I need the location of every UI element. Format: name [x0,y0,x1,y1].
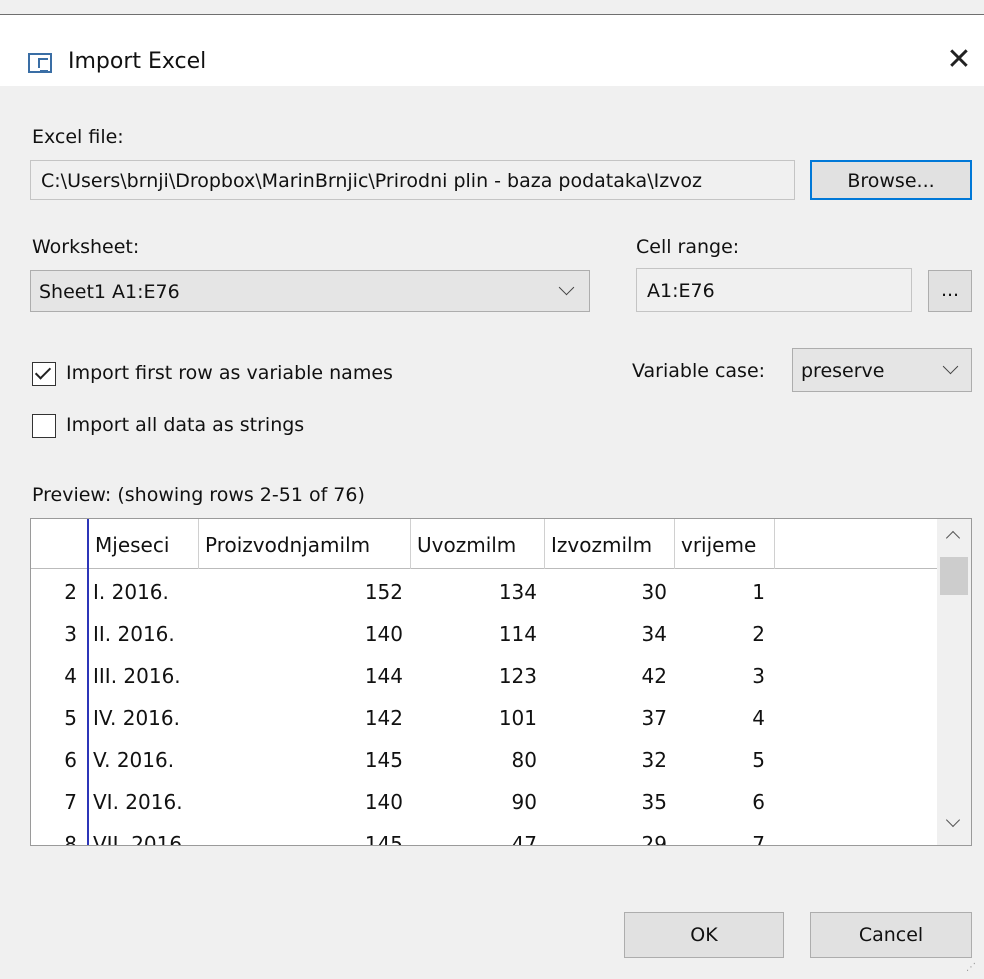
table-cell: 37 [641,706,667,730]
table-cell: IV. 2016. [93,706,180,730]
table-cell: 90 [511,790,537,814]
chevron-down-icon [942,358,959,375]
preview-label: Preview: (showing rows 2-51 of 76) [32,484,365,506]
table-cell: 145 [364,748,403,772]
table-cell: 7 [752,832,765,846]
table-row[interactable]: 8 VII. 2016. 145 47 29 7 [31,825,939,846]
table-cell: II. 2016. [93,622,175,646]
table-cell: 152 [364,580,403,604]
resize-grip-icon[interactable]: ⋰ [966,962,977,973]
table-cell: 5 [752,748,765,772]
table-cell: V. 2016. [93,748,175,772]
all-strings-checkbox[interactable] [32,414,56,438]
table-cell: 3 [752,664,765,688]
variable-case-value: preserve [801,360,885,382]
column-header[interactable]: Mjeseci [89,519,199,569]
first-row-names-checkbox[interactable] [32,362,56,386]
grid-header: Mjeseci Proizvodnjamilm Uvozmilm Izvozmi… [31,519,939,569]
table-row[interactable]: 5 IV. 2016. 142 101 37 4 [31,699,939,734]
row-number: 6 [64,748,77,772]
scroll-down-icon[interactable] [945,812,961,828]
chevron-down-icon [558,279,575,296]
table-cell: 29 [641,832,667,846]
table-cell: 6 [752,790,765,814]
table-cell: 114 [498,622,537,646]
preview-grid[interactable]: Mjeseci Proizvodnjamilm Uvozmilm Izvozmi… [30,518,972,846]
table-cell: 30 [641,580,667,604]
table-row[interactable]: 6 V. 2016. 145 80 32 5 [31,741,939,776]
row-number: 2 [64,580,77,604]
worksheet-select[interactable]: Sheet1 A1:E76 [30,270,590,312]
first-row-names-label[interactable]: Import first row as variable names [66,362,393,384]
vertical-scrollbar[interactable] [937,519,971,845]
table-cell: 142 [364,706,403,730]
window-title: Import Excel [68,49,207,74]
scrollbar-thumb[interactable] [940,557,968,595]
table-cell: 2 [752,622,765,646]
table-icon [28,53,52,73]
close-icon[interactable]: ✕ [944,45,974,75]
table-cell: 47 [511,832,537,846]
table-row[interactable]: 4 III. 2016. 144 123 42 3 [31,657,939,692]
row-number: 5 [64,706,77,730]
cell-range-field[interactable]: A1:E76 [636,268,912,312]
checkmark-icon [34,363,52,380]
table-cell: 80 [511,748,537,772]
column-header[interactable]: Izvozmilm [545,519,675,569]
table-row[interactable]: 2 I. 2016. 152 134 30 1 [31,573,939,608]
worksheet-label: Worksheet: [32,236,140,258]
table-cell: 101 [498,706,537,730]
table-cell: 145 [364,832,403,846]
row-number: 3 [64,622,77,646]
table-cell: 123 [498,664,537,688]
table-cell: 35 [641,790,667,814]
excel-file-path-field[interactable]: C:\Users\brnji\Dropbox\MarinBrnjic\Priro… [30,160,795,200]
table-cell: 1 [752,580,765,604]
cell-range-label: Cell range: [636,236,740,258]
table-cell: 140 [364,622,403,646]
row-number: 4 [64,664,77,688]
scroll-up-icon[interactable] [945,530,961,546]
row-header-corner [31,519,89,569]
column-header[interactable]: Proizvodnjamilm [199,519,411,569]
table-row[interactable]: 7 VI. 2016. 140 90 35 6 [31,783,939,818]
table-cell: 42 [641,664,667,688]
title-bar: Import Excel ✕ [0,14,984,86]
row-number: 8 [64,832,77,846]
column-header[interactable]: vrijeme [675,519,775,569]
row-number: 7 [64,790,77,814]
table-cell: 32 [641,748,667,772]
cell-range-picker-button[interactable]: ... [928,270,972,312]
table-cell: 134 [498,580,537,604]
variable-case-label: Variable case: [632,360,766,382]
table-cell: 34 [641,622,667,646]
browse-button[interactable]: Browse... [810,160,972,200]
table-cell: VII. 2016. [93,832,189,846]
cancel-button[interactable]: Cancel [810,912,972,958]
table-cell: I. 2016. [93,580,169,604]
worksheet-selected-value: Sheet1 A1:E76 [39,281,180,303]
ok-button[interactable]: OK [624,912,784,958]
excel-file-label: Excel file: [32,126,124,148]
table-row[interactable]: 3 II. 2016. 140 114 34 2 [31,615,939,650]
table-cell: VI. 2016. [93,790,183,814]
all-strings-label[interactable]: Import all data as strings [66,414,304,436]
table-cell: III. 2016. [93,664,181,688]
table-cell: 140 [364,790,403,814]
table-cell: 4 [752,706,765,730]
table-cell: 144 [364,664,403,688]
column-header[interactable]: Uvozmilm [411,519,545,569]
variable-case-select[interactable]: preserve [792,348,972,392]
